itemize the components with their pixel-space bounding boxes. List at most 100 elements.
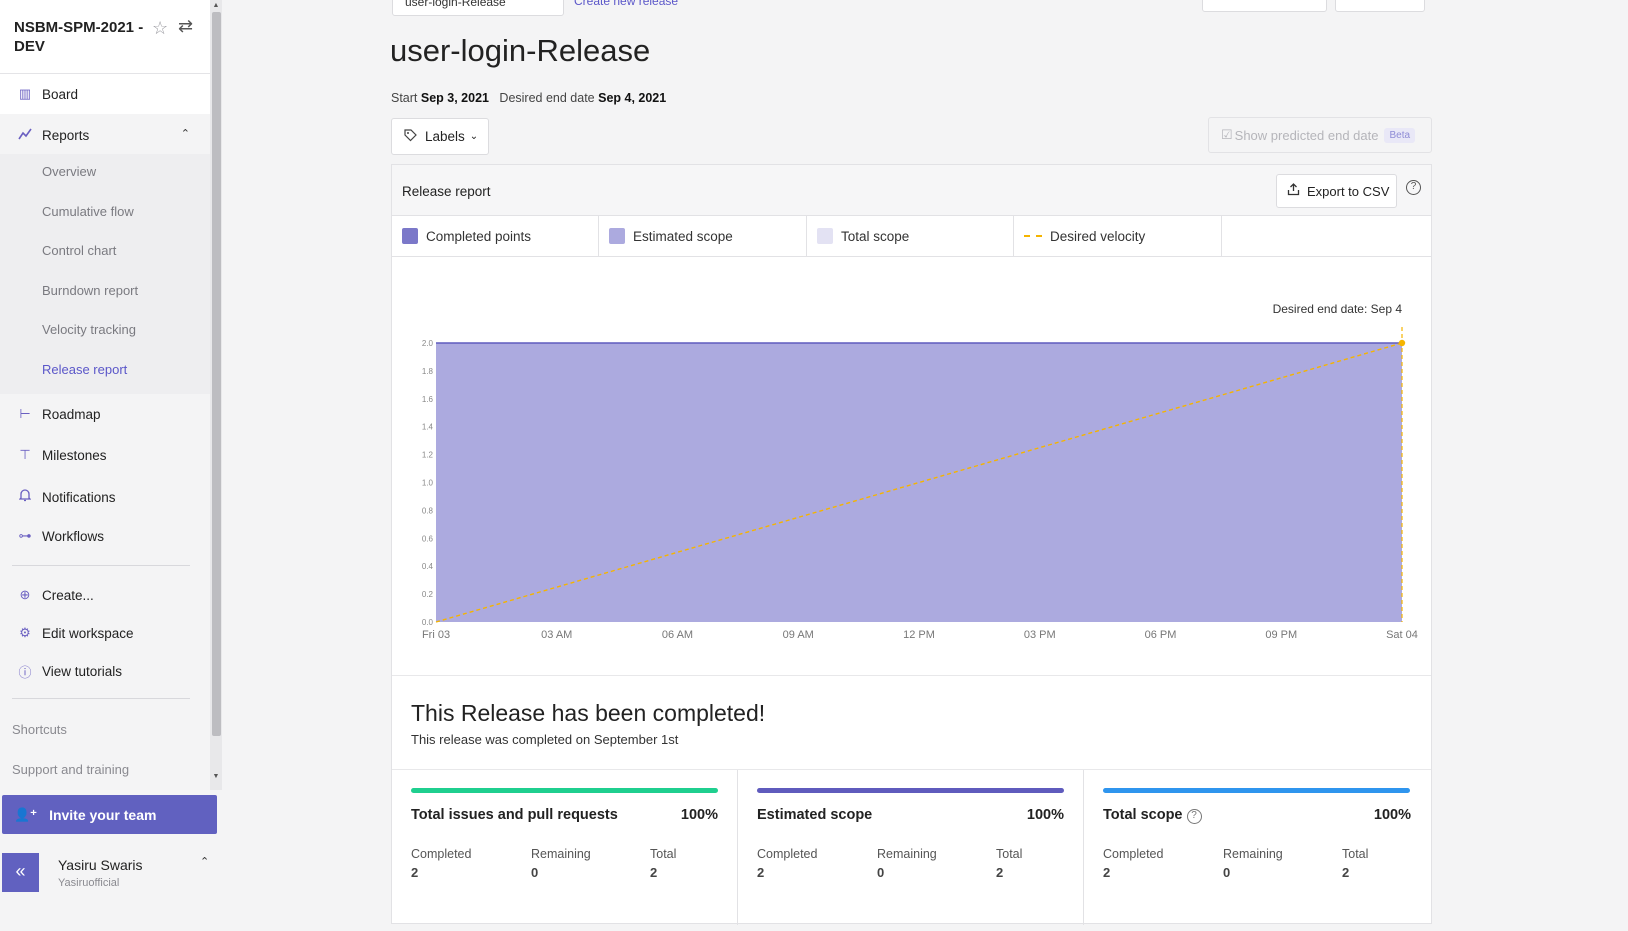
sidebar-item-label: Reports bbox=[42, 127, 90, 143]
sidebar-item-notifications[interactable]: Notifications bbox=[0, 477, 210, 517]
help-icon[interactable]: ? bbox=[1406, 180, 1421, 195]
submenu-burndown-report[interactable]: Burndown report bbox=[42, 283, 138, 298]
sidebar-item-label: Create... bbox=[42, 587, 94, 603]
stat-title-text: Total issues and pull requests bbox=[411, 807, 618, 823]
legend-desired-velocity[interactable]: Desired velocity bbox=[1014, 216, 1222, 256]
total-label: Total bbox=[996, 847, 1023, 861]
total-value: 2 bbox=[650, 865, 658, 880]
sidebar-item-label: Board bbox=[42, 86, 79, 102]
completed-value: 2 bbox=[757, 865, 765, 880]
release-dates: Start Sep 3, 2021 Desired end date Sep 4… bbox=[391, 91, 666, 105]
progress-bar bbox=[757, 788, 1064, 793]
stat-title-text: Total scope bbox=[1103, 807, 1183, 823]
y-tick-label: 2.0 bbox=[422, 339, 434, 348]
stat-title: Estimated scope bbox=[757, 807, 872, 823]
help-icon[interactable]: ? bbox=[1186, 809, 1202, 824]
shortcuts-link[interactable]: Shortcuts bbox=[12, 722, 67, 737]
sidebar-item-create[interactable]: ⊕ Create... bbox=[0, 575, 210, 615]
beta-badge: Beta bbox=[1384, 127, 1416, 143]
sidebar-item-label: Roadmap bbox=[42, 406, 101, 422]
scroll-down-arrow-icon[interactable]: ▼ bbox=[211, 772, 221, 782]
reports-icon bbox=[12, 128, 38, 143]
sidebar-item-label: View tutorials bbox=[42, 663, 123, 679]
star-icon[interactable]: ☆ bbox=[152, 18, 168, 39]
y-tick-label: 0.0 bbox=[422, 618, 434, 627]
stat-card-estimated-scope: Estimated scope 100% Completed Remaining… bbox=[738, 770, 1084, 925]
completed-label: Completed bbox=[757, 847, 818, 861]
release-tab[interactable]: user-login-Release bbox=[392, 0, 564, 16]
submenu-cumulative-flow[interactable]: Cumulative flow bbox=[42, 204, 134, 219]
calendar-check-icon: ☑ bbox=[1221, 127, 1233, 142]
legend-swatch bbox=[402, 228, 418, 244]
invite-team-button[interactable]: 👤⁺ Invite your team bbox=[2, 795, 217, 834]
support-link[interactable]: Support and training bbox=[12, 762, 129, 777]
progress-bar bbox=[1103, 788, 1410, 793]
chart-legend: Completed points Estimated scope Total s… bbox=[392, 216, 1431, 257]
remaining-label: Remaining bbox=[877, 847, 937, 861]
completion-subtitle: This release was completed on September … bbox=[411, 732, 679, 747]
workflow-icon: ⊶ bbox=[18, 528, 32, 543]
legend-label: Completed points bbox=[426, 228, 532, 244]
divider bbox=[12, 698, 190, 699]
y-tick-label: 1.2 bbox=[422, 451, 434, 460]
legend-dash bbox=[1024, 235, 1042, 237]
remaining-label: Remaining bbox=[531, 847, 591, 861]
report-header: Release report Export to CSV ? bbox=[392, 165, 1431, 216]
stat-card-issues: Total issues and pull requests 100% Comp… bbox=[392, 770, 738, 925]
legend-label: Total scope bbox=[841, 228, 910, 244]
remaining-value: 0 bbox=[531, 865, 539, 880]
legend-completed-points[interactable]: Completed points bbox=[392, 216, 599, 256]
create-release-link[interactable]: Create new release bbox=[574, 0, 678, 8]
plus-circle-icon: ⊕ bbox=[19, 587, 31, 602]
completed-label: Completed bbox=[1103, 847, 1164, 861]
sidebar-item-view-tutorials[interactable]: ⓘ View tutorials bbox=[0, 651, 210, 691]
bell-icon bbox=[12, 489, 38, 505]
sidebar-item-board[interactable]: ▥ Board bbox=[0, 74, 210, 114]
sidebar-item-workflows[interactable]: ⊶ Workflows bbox=[0, 516, 210, 556]
chevron-up-icon[interactable]: ⌃ bbox=[200, 855, 209, 868]
total-label: Total bbox=[650, 847, 677, 861]
show-predicted-end-date-button[interactable]: ☑ Show predicted end date Beta bbox=[1208, 117, 1432, 153]
stat-title-text: Estimated scope bbox=[757, 807, 873, 823]
x-tick-label: 06 PM bbox=[1145, 629, 1177, 641]
legend-label: Estimated scope bbox=[633, 228, 733, 244]
legend-estimated-scope[interactable]: Estimated scope bbox=[599, 216, 807, 256]
y-tick-label: 0.6 bbox=[422, 534, 434, 543]
chart-svg: 0.0 0.2 0.4 0.6 0.8 1.0 1.2 1.4 1.6 1.8 2.0 Fri 03 0… bbox=[422, 302, 1418, 641]
stat-percent: 100% bbox=[1026, 807, 1064, 823]
legend-swatch bbox=[817, 228, 833, 244]
sidebar-item-roadmap[interactable]: ⊢ Roadmap bbox=[0, 394, 210, 434]
report-title: Release report bbox=[402, 184, 491, 199]
switch-icon[interactable]: ⇄ bbox=[178, 16, 193, 37]
legend-total-scope[interactable]: Total scope bbox=[807, 216, 1014, 256]
sidebar-item-milestones[interactable]: ⊤ Milestones bbox=[0, 435, 210, 475]
scrollbar-thumb[interactable] bbox=[212, 12, 221, 736]
submenu-overview[interactable]: Overview bbox=[42, 164, 96, 179]
total-value: 2 bbox=[1342, 865, 1350, 880]
user-handle: Yasiruofficial bbox=[58, 877, 120, 889]
workspace-header: NSBM-SPM-2021 - DEV ☆ ⇄ bbox=[0, 0, 210, 74]
roadmap-icon: ⊢ bbox=[19, 406, 31, 421]
labels-filter-button[interactable]: Labels ⌄ bbox=[391, 118, 489, 155]
question-circle-icon: ⓘ bbox=[18, 664, 32, 680]
submenu-velocity-tracking[interactable]: Velocity tracking bbox=[42, 322, 136, 337]
sidebar-item-edit-workspace[interactable]: ⚙ Edit workspace bbox=[0, 613, 210, 653]
submenu-control-chart[interactable]: Control chart bbox=[42, 243, 116, 258]
end-label: Desired end date bbox=[499, 91, 595, 105]
scroll-up-arrow-icon[interactable]: ▲ bbox=[211, 1, 221, 11]
chevron-up-icon[interactable]: ⌃ bbox=[181, 127, 190, 140]
legend-swatch bbox=[609, 228, 625, 244]
top-action-button-2[interactable] bbox=[1335, 0, 1425, 12]
completion-title: This Release has been completed! bbox=[411, 700, 766, 726]
collapse-sidebar-button[interactable]: « bbox=[2, 853, 39, 892]
user-name[interactable]: Yasiru Swaris bbox=[58, 857, 143, 873]
release-chart: 0.0 0.2 0.4 0.6 0.8 1.0 1.2 1.4 1.6 1.8 2.0 Fri 03 0… bbox=[392, 257, 1431, 675]
workspace-title[interactable]: NSBM-SPM-2021 - DEV bbox=[14, 18, 144, 56]
export-csv-button[interactable]: Export to CSV bbox=[1276, 174, 1397, 208]
submenu-release-report[interactable]: Release report bbox=[42, 362, 127, 377]
y-tick-label: 1.6 bbox=[422, 395, 434, 404]
top-action-button[interactable] bbox=[1202, 0, 1327, 12]
x-tick-label: 03 AM bbox=[541, 629, 572, 641]
sidebar-item-reports[interactable]: Reports ⌃ bbox=[0, 115, 210, 155]
stat-percent: 100% bbox=[680, 807, 718, 823]
